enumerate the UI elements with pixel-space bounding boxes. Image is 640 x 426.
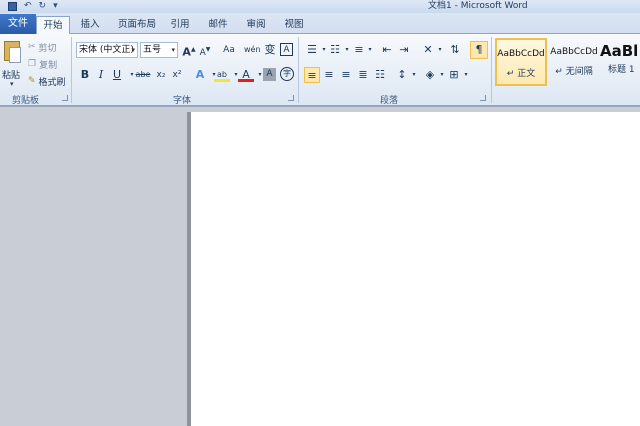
copy-icon: ❐: [28, 59, 37, 69]
paper-icon: [9, 47, 21, 63]
paragraph-group-label: 段落: [380, 96, 399, 106]
paragraph-launcher-icon[interactable]: [480, 95, 486, 101]
ribbon-tab-bar: 文件 开始 插入 页面布局 引用 邮件 审阅 视图: [0, 13, 640, 35]
format-painter-button[interactable]: ✎ 格式刷: [28, 73, 66, 89]
window-title: 文档1 - Microsoft Word: [428, 1, 528, 11]
tab-page-layout[interactable]: 页面布局: [112, 16, 162, 34]
line-spacing-dropdown-icon[interactable]: ▾: [406, 67, 422, 83]
multilevel-dropdown-icon[interactable]: ▾: [362, 42, 378, 58]
style-normal[interactable]: AaBbCcDd ↵ 正文: [495, 38, 547, 86]
chevron-down-icon: ▾: [131, 46, 135, 54]
sort-icon[interactable]: ⇅: [447, 42, 463, 58]
subscript-button[interactable]: x₂: [153, 67, 169, 83]
brush-icon: ✎: [28, 76, 36, 86]
style-no-spacing[interactable]: AaBbCcDd ↵ 无间隔: [548, 38, 600, 86]
grow-font-icon[interactable]: A▲: [181, 42, 197, 59]
undo-icon[interactable]: ↶: [24, 1, 32, 12]
redo-icon[interactable]: ↻: [39, 1, 47, 12]
increase-indent-icon[interactable]: ⇥: [396, 42, 412, 58]
group-divider: [71, 37, 72, 103]
quick-access-toolbar: ↶ ↻ ▾: [8, 1, 58, 12]
show-marks-icon[interactable]: ¶: [470, 41, 488, 59]
change-case-icon[interactable]: Aa: [219, 42, 239, 58]
character-shading-icon[interactable]: A: [263, 68, 276, 81]
cut-button[interactable]: ✂ 剪切: [28, 39, 57, 55]
strikethrough-button[interactable]: abe: [134, 67, 152, 83]
superscript-button[interactable]: x²: [169, 67, 185, 83]
paste-button[interactable]: 粘贴 ▾: [2, 38, 24, 90]
italic-button[interactable]: I: [93, 67, 109, 83]
tab-insert[interactable]: 插入: [74, 16, 106, 34]
group-divider: [491, 37, 492, 103]
ribbon-home: 粘贴 ▾ ✂ 剪切 ❐ 复制 ✎ 格式刷 剪贴板 宋体 (中文正) ▾ 五号 ▾ A…: [0, 34, 640, 106]
tab-mailings[interactable]: 邮件: [202, 16, 234, 34]
tab-home[interactable]: 开始: [36, 16, 70, 35]
decrease-indent-icon[interactable]: ⇤: [379, 42, 395, 58]
group-divider: [298, 37, 299, 103]
bold-button[interactable]: B: [77, 67, 93, 83]
asian-layout-dropdown-icon[interactable]: ▾: [432, 42, 448, 58]
paste-dropdown-icon: ▾: [10, 80, 14, 88]
save-icon[interactable]: [8, 2, 17, 11]
document-page[interactable]: [191, 112, 640, 426]
justify-button[interactable]: ≣: [355, 67, 371, 83]
clipboard-launcher-icon[interactable]: [62, 95, 68, 101]
tab-review[interactable]: 审阅: [240, 16, 272, 34]
font-launcher-icon[interactable]: [288, 95, 294, 101]
title-bar: ↶ ↻ ▾ 文档1 - Microsoft Word: [0, 0, 640, 13]
font-name-combo[interactable]: 宋体 (中文正) ▾: [76, 42, 138, 58]
phonetic-guide-icon[interactable]: wén: [244, 42, 261, 58]
borders-dropdown-icon[interactable]: ▾: [458, 67, 474, 83]
align-center-button[interactable]: ≡: [321, 67, 337, 83]
customize-qat-icon[interactable]: ▾: [53, 1, 58, 12]
shrink-font-icon[interactable]: A▼: [197, 42, 213, 58]
enclose-characters-icon[interactable]: 字: [280, 67, 294, 81]
tab-references[interactable]: 引用: [164, 16, 196, 34]
align-left-button[interactable]: ≡: [304, 67, 320, 83]
clipboard-group-label: 剪贴板: [12, 96, 40, 106]
ribbon-bottom-border: [0, 106, 640, 107]
font-size-combo[interactable]: 五号 ▾: [140, 42, 178, 58]
align-right-button[interactable]: ≡: [338, 67, 354, 83]
tab-file[interactable]: 文件: [0, 14, 36, 34]
scissors-icon: ✂: [28, 42, 36, 52]
chevron-down-icon: ▾: [171, 46, 175, 54]
tab-view[interactable]: 视图: [278, 16, 310, 34]
copy-button[interactable]: ❐ 复制: [28, 56, 57, 72]
character-border-icon[interactable]: A: [280, 43, 293, 56]
distributed-button[interactable]: ☷: [372, 67, 388, 83]
font-group-label: 字体: [173, 96, 192, 106]
underline-button[interactable]: U: [109, 67, 125, 83]
style-heading-1[interactable]: AaBl 标题 1: [600, 38, 640, 86]
clear-formatting-icon[interactable]: 变: [262, 42, 278, 58]
